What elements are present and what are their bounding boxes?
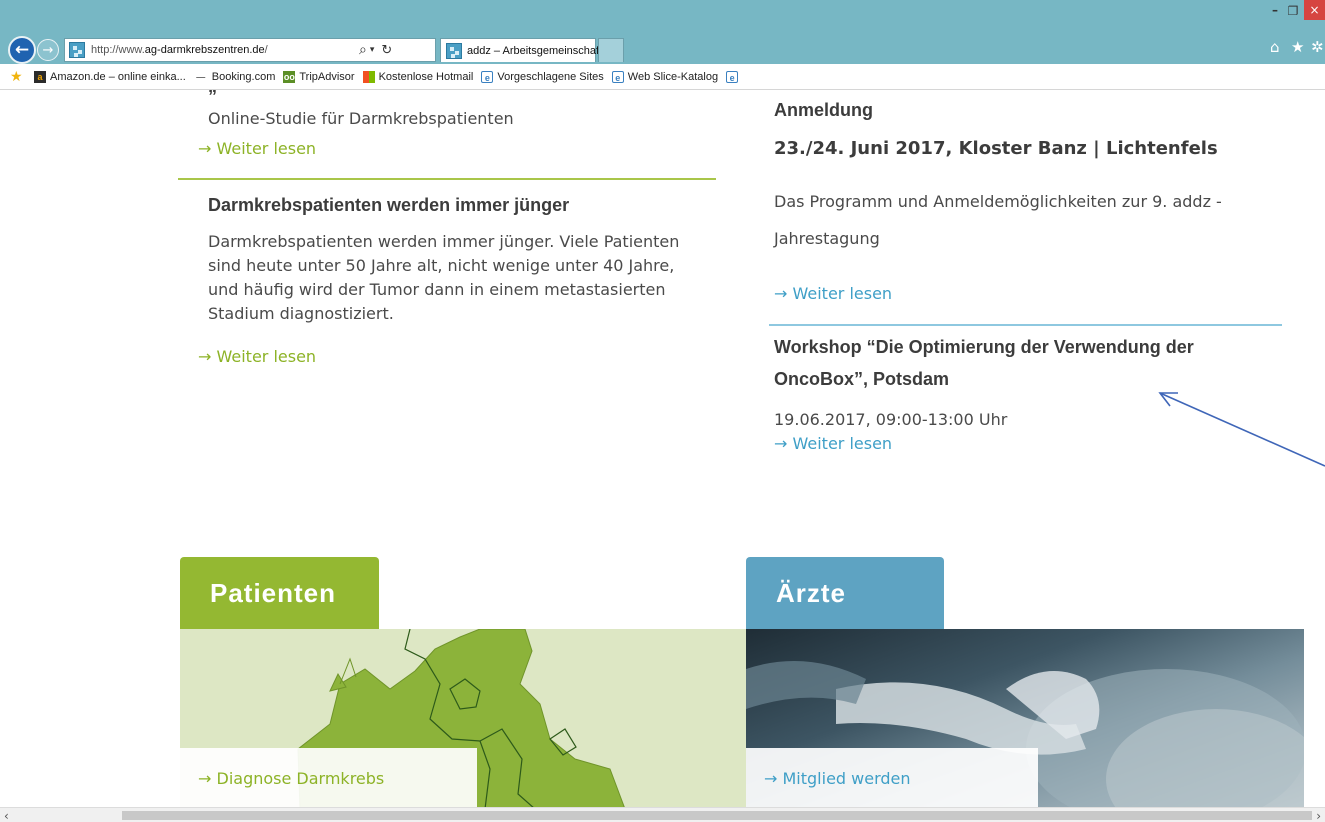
event1-heading: Anmeldung [774, 100, 873, 120]
event1-body-line: Jahrestagung [774, 229, 880, 248]
event1-body-line: Das Programm und Anmeldemöglichkeiten zu… [774, 192, 1222, 211]
mitglied-werden-link[interactable]: → Mitglied werden [764, 769, 911, 788]
address-bar[interactable]: http://www.ag-darmkrebszentren.de/ ⌕ ▾ ↻ [64, 38, 436, 62]
browser-tab-active[interactable]: addz – Arbeitsgemeinschaft... × [440, 38, 623, 62]
booking-icon: — [196, 71, 206, 82]
gear-icon[interactable]: ✲ [1311, 38, 1324, 56]
article-divider [178, 178, 716, 180]
favorite-extra[interactable]: e [726, 70, 742, 83]
favorite-label: Kostenlose Hotmail [378, 70, 474, 83]
tripadvisor-icon: oo [283, 70, 296, 83]
window-close-button[interactable]: × [1304, 0, 1325, 20]
refresh-icon[interactable]: ↻ [381, 43, 392, 58]
horizontal-scrollbar[interactable]: ‹ › [0, 807, 1325, 822]
forward-arrow-icon: → [42, 42, 54, 58]
ie-page-icon: e [481, 70, 494, 83]
article1-cut-heading: „ [208, 90, 217, 97]
mitglied-link-box[interactable]: → Mitglied werden [746, 748, 1038, 807]
event-divider [769, 324, 1282, 326]
new-tab-button[interactable] [598, 38, 624, 62]
favorites-star-icon[interactable]: ★ [1291, 38, 1304, 56]
article2-body-line: Stadium diagnostiziert. [208, 304, 394, 323]
favorite-label: Amazon.de – online einka... [50, 70, 186, 83]
article1-body: Online-Studie für Darmkrebspatienten [208, 109, 514, 128]
scroll-right-arrow-icon[interactable]: › [1316, 809, 1321, 822]
event1-read-more-link[interactable]: → Weiter lesen [774, 284, 892, 303]
tab-title: addz – Arbeitsgemeinschaft... [467, 44, 612, 57]
favorite-label: Vorgeschlagene Sites [497, 70, 604, 83]
favorite-web-slice[interactable]: e Web Slice-Katalog [611, 70, 719, 83]
ie-page-icon: e [611, 70, 624, 83]
back-arrow-icon: ← [14, 40, 30, 60]
article2-body-line: Darmkrebspatienten werden immer jünger. … [208, 232, 680, 251]
url-text[interactable]: http://www.ag-darmkrebszentren.de/ [91, 44, 341, 56]
site-favicon-icon [69, 42, 85, 58]
favorite-booking[interactable]: — Booking.com [194, 70, 276, 83]
event2-read-more-link[interactable]: → Weiter lesen [774, 434, 892, 453]
event2-heading-line[interactable]: OncoBox”, Potsdam [774, 365, 949, 393]
address-dropdown-icon[interactable]: ▾ [370, 45, 375, 55]
favorite-suggested-sites[interactable]: e Vorgeschlagene Sites [481, 70, 604, 83]
event2-heading-line[interactable]: Workshop “Die Optimierung der Verwendung… [774, 333, 1194, 361]
amazon-icon: a [34, 70, 46, 83]
url-host: ag-darmkrebszentren.de [144, 44, 265, 56]
favorite-amazon[interactable]: a Amazon.de – online einka... [34, 70, 186, 83]
url-prefix: http://www. [91, 44, 145, 56]
article1-read-more-link[interactable]: → Weiter lesen [198, 139, 316, 158]
window-minimize-button[interactable]: – [1268, 4, 1282, 18]
patienten-tile-tab[interactable]: Patienten [180, 557, 379, 629]
article2-read-more-link[interactable]: → Weiter lesen [198, 347, 316, 366]
scroll-thumb[interactable] [122, 811, 1312, 820]
add-favorite-star-icon[interactable]: ★ [10, 68, 26, 85]
article2-body-line: sind heute unter 50 Jahre alt, nicht wen… [208, 256, 675, 275]
home-icon[interactable]: ⌂ [1270, 38, 1280, 56]
search-icon[interactable]: ⌕ [359, 42, 367, 58]
favorite-tripadvisor[interactable]: oo TripAdvisor [283, 70, 355, 83]
article2-heading[interactable]: Darmkrebspatienten werden immer jünger [208, 191, 569, 219]
ie-page-icon: e [726, 70, 739, 83]
favorite-label: TripAdvisor [299, 70, 355, 83]
aerzte-tile-tab[interactable]: Ärzte [746, 557, 944, 629]
patienten-tile-image[interactable]: → Diagnose Darmkrebs [180, 629, 746, 807]
diagnose-link-box[interactable]: → Diagnose Darmkrebs [180, 748, 477, 807]
diagnose-darmkrebs-link[interactable]: → Diagnose Darmkrebs [198, 769, 384, 788]
browser-window: ← → http://www.ag-darmkrebszentren.de/ ⌕… [0, 0, 1325, 822]
favorites-bar: ★ a Amazon.de – online einka... — Booking.… [0, 64, 1325, 90]
forward-button[interactable]: → [37, 39, 59, 61]
web-page: „ Online-Studie für Darmkrebspatienten →… [0, 90, 1325, 807]
favorite-hotmail[interactable]: Kostenlose Hotmail [362, 70, 474, 83]
url-suffix: / [264, 44, 268, 56]
article2-body-line: und häufig wird der Tumor dann in einem … [208, 280, 666, 299]
browser-titlebar: ← → http://www.ag-darmkrebszentren.de/ ⌕… [0, 0, 1325, 64]
window-maximize-button[interactable]: ❐ [1286, 4, 1300, 18]
event2-date: 19.06.2017, 09:00-13:00 Uhr [774, 410, 1008, 429]
event1-date: 23./24. Juni 2017, Kloster Banz | Lichte… [774, 138, 1218, 159]
windows-logo-icon [362, 70, 375, 83]
favorite-label: Booking.com [211, 70, 276, 83]
scroll-left-arrow-icon[interactable]: ‹ [4, 809, 9, 822]
back-button[interactable]: ← [8, 36, 36, 64]
favorite-label: Web Slice-Katalog [627, 70, 719, 83]
tab-favicon-icon [446, 42, 462, 59]
aerzte-tile-image[interactable]: → Mitglied werden [746, 629, 1304, 807]
